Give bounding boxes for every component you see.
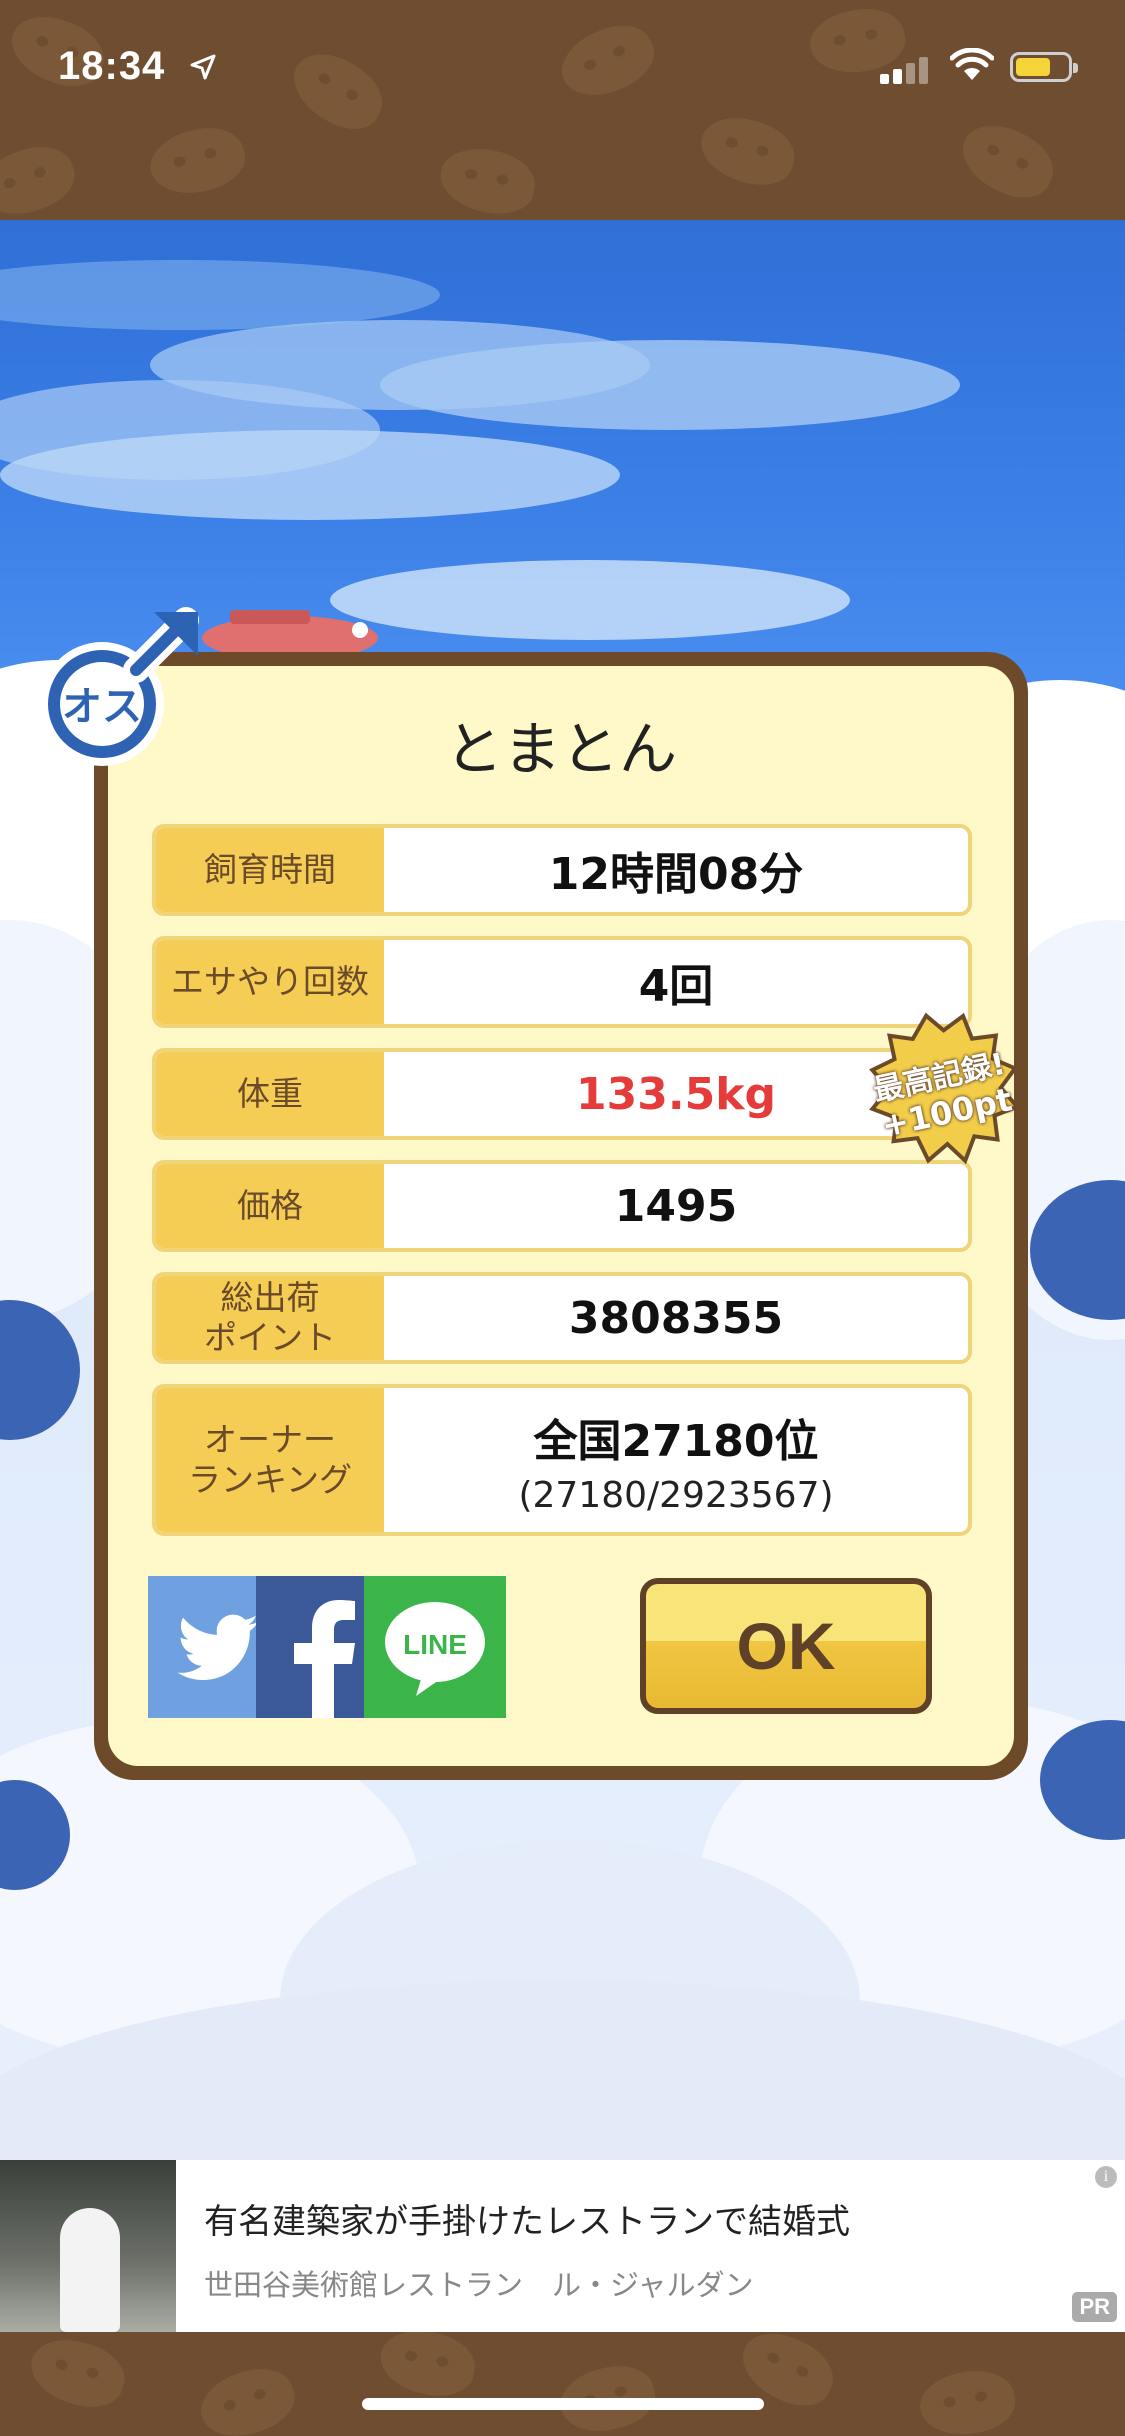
- stat-value: 4回: [638, 961, 714, 1012]
- male-symbol-icon: オス: [40, 607, 199, 766]
- status-bar: 18:34: [0, 0, 1125, 135]
- stat-row-feeding-count: エサやり回数 4回: [152, 936, 972, 1028]
- stat-label: 価格: [156, 1164, 384, 1248]
- battery-charging-icon: [1010, 52, 1078, 82]
- stat-value: 全国27180位 (27180/2923567): [518, 1415, 834, 1516]
- line-share-button[interactable]: LINE: [364, 1576, 506, 1718]
- ad-info-icon[interactable]: i: [1095, 2166, 1117, 2188]
- stat-value: 3808355: [568, 1292, 784, 1344]
- pig-name: とまとん: [444, 715, 677, 783]
- ok-button[interactable]: OK: [640, 1578, 932, 1714]
- ad-image[interactable]: [0, 2160, 176, 2332]
- ok-label: OK: [736, 1609, 836, 1683]
- status-time: 18:34: [58, 44, 166, 88]
- stat-label: エサやり回数: [156, 940, 384, 1024]
- stat-value: 12時間08分: [548, 849, 804, 900]
- stat-row-weight: 体重 133.5kg: [152, 1048, 972, 1140]
- stat-row-raising-time: 飼育時間 12時間08分: [152, 824, 972, 916]
- stat-row-shipping-points: 総出荷 ポイント 3808355: [152, 1272, 972, 1364]
- line-glyph: LINE: [403, 1629, 467, 1660]
- home-indicator[interactable]: [362, 2398, 764, 2410]
- stat-label: 総出荷 ポイント: [156, 1276, 384, 1360]
- stat-row-owner-ranking: オーナー ランキング 全国27180位 (27180/2923567): [152, 1384, 972, 1536]
- location-arrow-icon: [190, 54, 216, 80]
- ad-banner[interactable]: 有名建築家が手掛けたレストランで結婚式 世田谷美術館レストラン ル・ジャルダン …: [0, 2160, 1125, 2332]
- ad-subtitle[interactable]: 世田谷美術館レストラン ル・ジャルダン: [204, 2262, 754, 2304]
- stat-label: オーナー ランキング: [156, 1388, 384, 1532]
- stat-label: 体重: [156, 1052, 384, 1136]
- gender-label: オス: [62, 684, 142, 730]
- male-gender-badge: オス: [36, 604, 206, 774]
- airship-icon: [202, 610, 378, 658]
- ranking-detail: (27180/2923567): [518, 1474, 834, 1516]
- bottom-pattern-bar: [0, 2332, 1125, 2436]
- pig-info-panel: とまとん 飼育時間 12時間08分 エサやり回数 4回 体重 133.5kg 価…: [108, 666, 1014, 1766]
- stat-row-price: 価格 1495: [152, 1160, 972, 1252]
- wifi-icon: [950, 48, 994, 80]
- ad-pr-label: PR: [1072, 2292, 1117, 2322]
- record-badge: 最高記録! +100pt: [847, 995, 1037, 1185]
- ad-title[interactable]: 有名建築家が手掛けたレストランで結婚式: [204, 2194, 850, 2243]
- line-icon: LINE: [385, 1602, 485, 1696]
- stat-label: 飼育時間: [156, 828, 384, 912]
